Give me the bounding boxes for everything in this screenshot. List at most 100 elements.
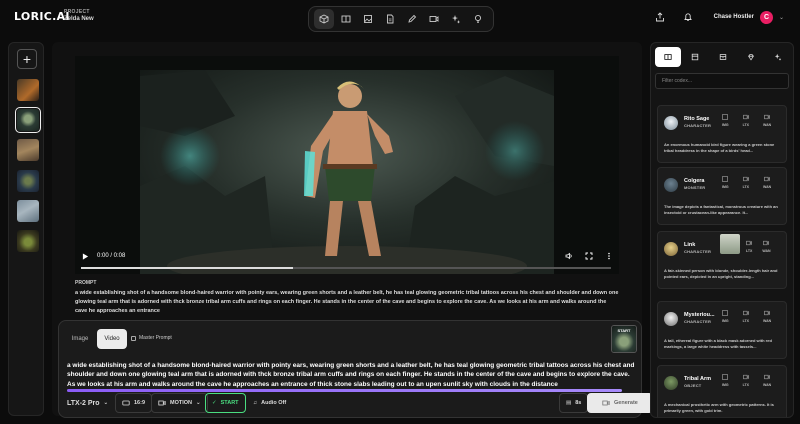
video-controls: 0:00 / 0:08 <box>75 244 619 274</box>
codex-item-actions: IMG LTX WAN <box>722 176 771 189</box>
play-icon[interactable] <box>81 252 89 260</box>
generate-button[interactable]: Generate <box>587 393 653 413</box>
master-prompt-label: Master Prompt <box>139 335 172 341</box>
ltx-action-label: LTX <box>742 123 749 127</box>
shot-thumbnail[interactable] <box>17 139 39 161</box>
codex-item-description: A tall, ethereal figure with a black mas… <box>664 338 772 349</box>
tab-video[interactable]: Video <box>97 329 127 349</box>
codex-item-image <box>664 376 678 390</box>
ltx-action[interactable]: LTX <box>743 176 749 189</box>
start-frame-thumbnail[interactable]: START <box>611 325 637 353</box>
sparkles-icon[interactable] <box>446 9 466 29</box>
duration-button[interactable]: ▤ 8s <box>559 393 589 413</box>
motion-button[interactable]: MOTION ⌄ <box>151 393 208 413</box>
ltx-action-label: LTX <box>746 249 753 253</box>
wan-action-label: WAN <box>762 383 772 387</box>
fullscreen-icon[interactable] <box>585 252 593 260</box>
user-name[interactable]: Chase Hostler <box>714 14 754 20</box>
master-prompt-toggle[interactable]: Master Prompt <box>131 335 172 341</box>
bulb-icon[interactable] <box>468 9 488 29</box>
aspect-ratio-label: 16:9 <box>134 400 146 406</box>
avatar[interactable]: C <box>759 10 773 24</box>
more-options-icon[interactable] <box>605 252 613 260</box>
ltx-action-label: LTX <box>742 319 749 323</box>
top-right-actions: Chase Hostler C ⌄ <box>652 9 784 25</box>
codex-item-name: Tribal Arm <box>684 376 711 382</box>
pen-icon[interactable] <box>402 9 422 29</box>
wan-action-label: WAN <box>762 319 772 323</box>
codex-item[interactable]: Rito Sage CHARACTER IMG LTX WAN An enorm… <box>657 105 787 163</box>
app-logo[interactable]: LORIC.AI <box>14 10 70 23</box>
book-icon[interactable] <box>655 47 681 67</box>
duration-label: 8s <box>575 400 582 406</box>
tab-image[interactable]: Image <box>65 329 95 349</box>
prompt-input[interactable]: a wide establishing shot of a handsome b… <box>67 361 637 389</box>
master-prompt-checkbox[interactable] <box>131 335 136 341</box>
img-action[interactable]: IMG <box>722 310 729 323</box>
codex-item[interactable]: Tribal Arm OBJECT IMG LTX WAN A mechanic… <box>657 365 787 417</box>
project-info: PROJECT Zelda New <box>64 9 94 23</box>
img-action[interactable]: IMG <box>722 176 729 189</box>
codex-item[interactable]: Colgera MONSTER IMG LTX WAN The image de… <box>657 167 787 225</box>
audio-label: Audio Off <box>261 400 287 406</box>
codex-item-description: A mechanical prosthetic arm with geometr… <box>664 402 774 413</box>
codex-item[interactable]: Mysteriou... CHARACTER IMG LTX WAN A tal… <box>657 301 787 359</box>
codex-item-type: MONSTER <box>684 185 706 190</box>
document-icon[interactable] <box>380 9 400 29</box>
img-action[interactable]: IMG <box>722 114 729 127</box>
img-action[interactable]: IMG <box>722 374 729 387</box>
share-icon[interactable] <box>652 9 668 25</box>
codex-item-photo <box>720 234 740 254</box>
wan-action[interactable]: WAN <box>763 310 771 323</box>
add-shot-button[interactable]: + <box>17 49 37 69</box>
shot-rail: + <box>8 42 44 416</box>
ltx-action[interactable]: LTX <box>743 114 749 127</box>
ltx-action[interactable]: LTX <box>743 310 749 323</box>
gem-icon[interactable] <box>738 47 764 67</box>
video-progress-bar[interactable] <box>81 267 611 269</box>
audio-toggle[interactable]: ♫ Audio Off <box>247 393 292 413</box>
project-name[interactable]: Zelda New <box>64 16 94 23</box>
codex-item-image <box>664 116 678 130</box>
ltx-action-label: LTX <box>742 185 749 189</box>
wan-action[interactable]: WAN <box>762 240 771 253</box>
start-frame-button[interactable]: ✓ START <box>205 393 246 413</box>
sparkles-icon[interactable] <box>765 47 791 67</box>
cube-icon[interactable] <box>314 9 334 29</box>
model-select[interactable]: LTX-2 Pro ⌄ <box>61 393 114 413</box>
tool-toolbar <box>308 6 494 32</box>
video-icon[interactable] <box>424 9 444 29</box>
shot-thumbnail[interactable] <box>17 79 39 101</box>
codex-item-type: CHARACTER <box>684 249 712 254</box>
book-icon[interactable] <box>336 9 356 29</box>
codex-item-description: An enormous humanoid bird figure wearing… <box>664 142 775 153</box>
shot-thumbnail-selected[interactable] <box>15 107 41 133</box>
wan-action[interactable]: WAN <box>763 114 771 127</box>
shot-thumbnail[interactable] <box>17 230 39 252</box>
aspect-ratio-button[interactable]: 16:9 <box>115 393 153 413</box>
shot-thumbnail[interactable] <box>17 200 39 222</box>
wan-action[interactable]: WAN <box>763 374 771 387</box>
image-icon[interactable] <box>358 9 378 29</box>
wan-action[interactable]: WAN <box>763 176 771 189</box>
codex-item-image <box>664 242 678 256</box>
shot-thumbnail[interactable] <box>17 170 39 192</box>
volume-icon[interactable] <box>565 252 573 260</box>
video-player[interactable] <box>75 56 619 274</box>
chevron-down-icon[interactable]: ⌄ <box>779 14 784 21</box>
img-action-label: IMG <box>722 319 729 323</box>
bell-icon[interactable] <box>680 9 696 25</box>
ltx-action[interactable]: LTX <box>746 240 752 253</box>
codex-filter-input[interactable]: Filter codex... <box>655 73 789 89</box>
chevron-down-icon: ⌄ <box>103 400 109 406</box>
motion-label: MOTION <box>170 400 192 406</box>
archive-icon[interactable] <box>683 47 709 67</box>
ltx-action[interactable]: LTX <box>743 374 749 387</box>
img-action-label: IMG <box>722 123 729 127</box>
codex-panel: Filter codex... Rito Sage CHARACTER IMG … <box>650 42 794 418</box>
codex-item-name: Rito Sage <box>684 116 710 122</box>
codex-item[interactable]: Link CHARACTER LTX WAN A fair-skinned pe… <box>657 231 787 289</box>
top-bar: LORIC.AI PROJECT Zelda New Chase Hostler… <box>0 0 800 38</box>
box-icon[interactable] <box>710 47 736 67</box>
prompt-length-bar <box>67 389 622 392</box>
